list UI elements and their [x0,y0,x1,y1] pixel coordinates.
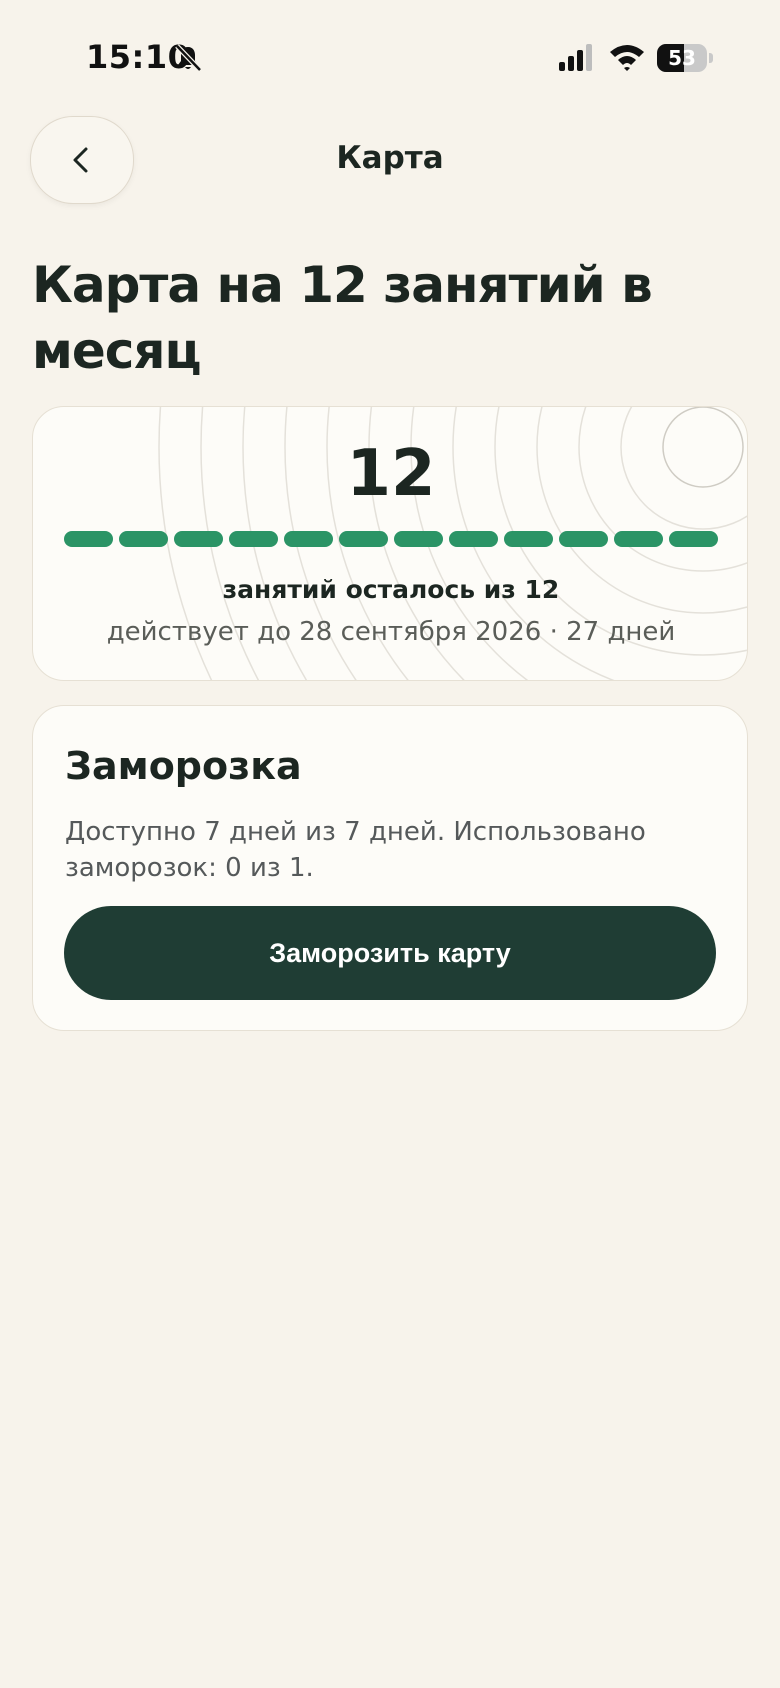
progress-segment [174,531,223,547]
remaining-count: 12 [346,437,436,511]
battery-icon: 53 [657,44,713,72]
progress-segment [449,531,498,547]
wifi-icon [610,45,644,71]
battery-level: 53 [668,46,696,70]
freeze-card: Заморозка Доступно 7 дней из 7 дней. Исп… [32,705,748,1031]
progress-segment [229,531,278,547]
nav-title: Карта [336,140,444,176]
sessions-progress [64,531,718,547]
status-bar: 15:10 53 [0,0,780,120]
bell-slash-icon [175,44,202,72]
validity-text: действует до 28 сентября 2026 · 27 дней [106,617,676,647]
progress-segment [339,531,388,547]
cellular-signal-icon [559,44,592,71]
page-title: Карта на 12 занятий в месяц [32,256,653,380]
progress-segment [284,531,333,547]
progress-segment [119,531,168,547]
progress-segment [614,531,663,547]
progress-segment [559,531,608,547]
freeze-card-button[interactable]: Заморозить карту [64,906,716,1000]
progress-segment [394,531,443,547]
progress-segment [64,531,113,547]
freeze-description: Доступно 7 дней из 7 дней. Использовано … [65,817,646,883]
progress-segment [504,531,553,547]
balance-card: 12 занятий осталось из 12 действует до 2… [32,406,748,681]
progress-segment [669,531,718,547]
freeze-title: Заморозка [65,744,302,788]
remaining-caption: занятий осталось из 12 [222,575,560,604]
